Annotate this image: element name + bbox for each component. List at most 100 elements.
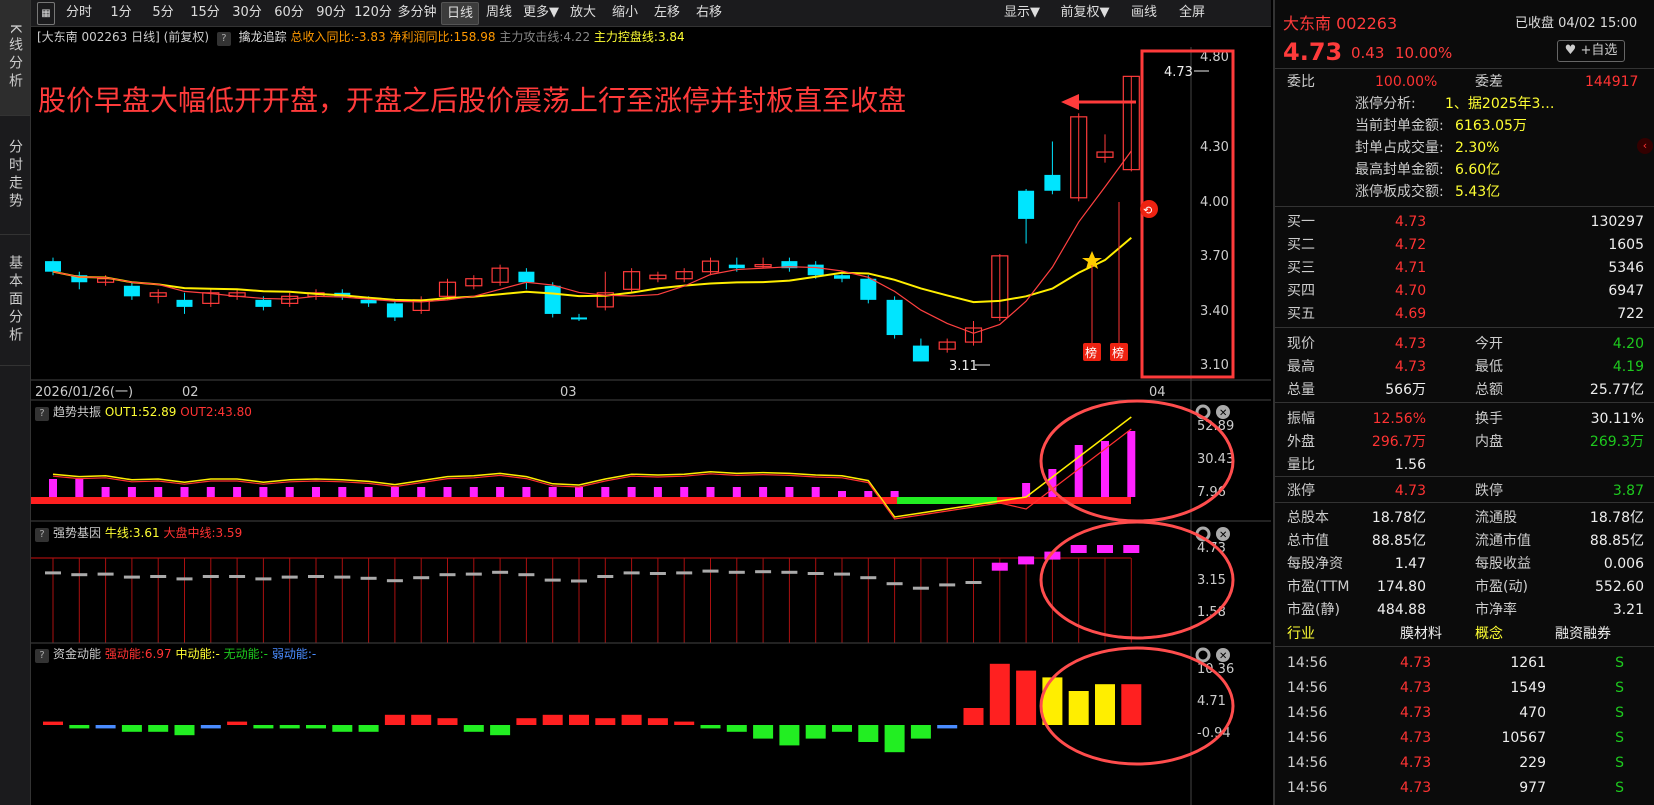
ind2-mark <box>781 570 798 574</box>
ind3-bar <box>43 721 63 725</box>
ind2-mark <box>834 572 850 576</box>
ind3-bar <box>148 725 169 732</box>
period-button[interactable]: 左移 <box>647 2 687 23</box>
ind3-bar <box>1095 684 1115 725</box>
revenue-yoy: 总收入同比:-3.83 <box>290 30 386 44</box>
period-button[interactable]: 多分钟 <box>395 2 439 23</box>
ind3-bar <box>332 725 353 732</box>
ind1-bar <box>180 487 189 497</box>
arrow-head-icon <box>1061 94 1079 110</box>
date-tick: 2026/01/26(一) <box>35 385 133 400</box>
ind3-bar <box>621 714 642 725</box>
ind1-bar <box>706 487 715 497</box>
change: 0.43 <box>1351 44 1385 62</box>
ind1-bar <box>312 487 320 497</box>
ind1-bar <box>601 487 610 497</box>
tab-timeshare[interactable]: 分时走势 <box>0 116 30 235</box>
ind1-bar <box>417 487 426 497</box>
ind3-bar <box>700 725 721 729</box>
ind2-mark <box>676 571 693 575</box>
high-mark: 4.73 <box>1164 65 1193 80</box>
candle <box>386 303 403 318</box>
candle <box>728 264 745 269</box>
toolbar-button[interactable]: 画线 <box>1124 2 1164 23</box>
period-button[interactable]: 日线 <box>441 2 479 25</box>
candle <box>45 261 61 272</box>
period-button[interactable]: 缩小 <box>605 2 645 23</box>
ind1-bar <box>785 487 794 497</box>
annotation-text: 股价早盘大幅低开开盘，开盘之后股价震荡上行至涨停并封板直至收盘 <box>38 84 906 117</box>
ind1-bar <box>285 487 294 497</box>
ind2-mark <box>1097 545 1113 553</box>
svg-text:✕: ✕ <box>1219 530 1227 541</box>
left-rail: K线分析 分时走势 基本面分析 <box>0 0 31 805</box>
ind3-bar <box>174 725 195 736</box>
ind3-bar <box>858 725 879 742</box>
close-icon[interactable]: ✕ <box>1216 648 1230 662</box>
ind1-bar <box>364 487 373 497</box>
price-tick: 4.30 <box>1200 140 1229 155</box>
period-button[interactable]: 周线 <box>479 2 519 23</box>
tab-kline[interactable]: K线分析 <box>0 0 30 116</box>
period-button[interactable]: 60分 <box>269 2 309 23</box>
ind3-bar <box>1042 677 1063 725</box>
ind3-bar <box>411 714 432 725</box>
grid-icon[interactable]: ▦ <box>37 2 55 25</box>
last-price: 4.73 <box>1283 38 1343 66</box>
period-button[interactable]: 更多▼ <box>521 2 561 23</box>
toolbar-button[interactable]: 前复权▼ <box>1051 2 1119 23</box>
tab-fundamental[interactable]: 基本面分析 <box>0 235 30 366</box>
ind2-mark <box>123 575 140 579</box>
ind3-bar <box>463 725 484 732</box>
ind2-mark <box>386 579 403 583</box>
ind2-mark <box>308 575 324 578</box>
price-tick: 3.40 <box>1200 304 1229 319</box>
ind2-mark <box>649 572 666 575</box>
close-status: 已收盘 04/02 15:00 <box>1515 16 1638 31</box>
period-button[interactable]: 120分 <box>353 2 393 23</box>
ind3-bar <box>805 725 826 739</box>
ind3-bar <box>832 725 852 732</box>
ind2-mark <box>965 581 982 584</box>
ind1-title: ? 趋势共振 OUT1:52.89 OUT2:43.80 <box>31 403 252 421</box>
ind1-bar <box>890 491 899 497</box>
period-button[interactable]: 30分 <box>227 2 267 23</box>
period-button[interactable]: 5分 <box>143 2 183 23</box>
period-button[interactable]: 放大 <box>563 2 603 23</box>
ind3-bar <box>937 725 958 729</box>
svg-text:⟲: ⟲ <box>1143 204 1152 217</box>
ind1-bar <box>653 487 662 497</box>
candle <box>1044 174 1061 191</box>
ind2-mark <box>1018 556 1035 565</box>
ind1-bar <box>101 487 110 497</box>
toolbar-button[interactable]: 显示▼ <box>997 2 1047 23</box>
ind3-bar <box>910 725 931 739</box>
ind2-mark <box>202 575 219 578</box>
ind3-bar <box>884 725 905 753</box>
control-line: 主力控盘线:3.84 <box>593 30 685 44</box>
ind2-mark <box>991 562 1008 571</box>
ind3-bar <box>279 725 300 729</box>
svg-text:✕: ✕ <box>1219 651 1227 662</box>
period-button[interactable]: 15分 <box>185 2 225 23</box>
period-button[interactable]: 右移 <box>689 2 729 23</box>
ind2-mark <box>45 571 61 575</box>
ind3-bar <box>542 714 563 725</box>
gear-icon[interactable] <box>1195 647 1211 663</box>
ind3-bar <box>753 725 774 739</box>
toolbar-button[interactable]: 全屏 <box>1170 2 1214 23</box>
add-watchlist-button[interactable]: ♥ +自选 <box>1557 40 1625 62</box>
close-icon[interactable]: ✕ <box>1216 527 1230 541</box>
period-button[interactable]: 1分 <box>101 2 141 23</box>
close-icon[interactable]: ✕ <box>1216 405 1230 419</box>
kline-chart[interactable]: 4.80 4.30 4.00 3.70 3.40 3.10 2026/01/26… <box>31 47 1271 805</box>
profit-yoy: 净利润同比:158.98 <box>389 30 496 44</box>
ind1-bar <box>864 491 873 497</box>
period-button[interactable]: 90分 <box>311 2 351 23</box>
help-icon[interactable]: ? <box>216 32 231 46</box>
ind1-bar <box>575 487 583 497</box>
ind1-bar <box>548 487 557 497</box>
ind2-mark <box>860 576 877 580</box>
period-button[interactable]: 分时 <box>59 2 99 23</box>
date-tick: 02 <box>182 385 199 400</box>
